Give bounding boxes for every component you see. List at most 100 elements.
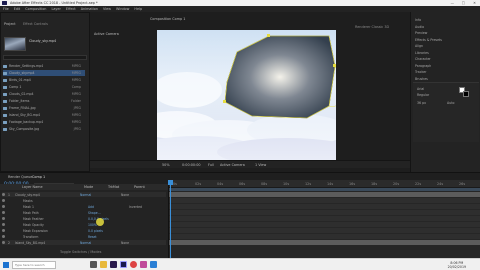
right-panel-tab[interactable]: Audio (415, 25, 424, 29)
menu-file[interactable]: File (3, 7, 9, 11)
eye-icon[interactable] (2, 241, 5, 244)
layer-duration-bar[interactable] (169, 198, 480, 203)
layer-mode[interactable]: 0.0,0.0 pixels (88, 217, 126, 221)
right-panel-tab[interactable]: Tracker (415, 70, 427, 74)
resolution-dropdown[interactable]: Full (208, 163, 214, 167)
chrome-app-icon[interactable] (130, 261, 137, 268)
layer-parent[interactable]: None (121, 193, 129, 197)
eye-icon[interactable] (2, 205, 5, 208)
comp-timeline-tab[interactable]: Comp 1 (32, 175, 45, 179)
stroke-color-swatch[interactable] (463, 91, 469, 97)
playhead[interactable] (170, 180, 171, 258)
project-item[interactable]: Comp 1 Comp (3, 84, 85, 90)
file-explorer-icon[interactable] (100, 261, 107, 268)
menu-effect[interactable]: Effect (66, 7, 76, 11)
current-time-readout[interactable]: 0:00:00:00 (182, 163, 201, 167)
right-panel-tab[interactable]: Align (415, 44, 423, 48)
layer-mode[interactable]: Shape... (88, 211, 126, 215)
project-item[interactable]: Sky_Composite.jpg JPEG (3, 126, 85, 132)
timeline-layer-row[interactable]: Mask Opacity 100% (2, 222, 166, 227)
effect-controls-tab[interactable]: Effect Controls (23, 22, 48, 26)
layer-mode[interactable]: Add (88, 205, 126, 209)
maximize-icon[interactable]: □ (462, 1, 465, 5)
project-search-input[interactable] (3, 55, 87, 60)
layer-mode[interactable]: Reset (88, 235, 126, 239)
eye-icon[interactable] (2, 193, 5, 196)
project-item[interactable]: Render_Settings.mp4 MPEG (3, 63, 85, 69)
layer-duration-bar[interactable] (169, 222, 480, 227)
leading-field[interactable]: Auto (447, 101, 454, 105)
media-app-icon[interactable] (140, 261, 147, 268)
eye-icon[interactable] (2, 223, 5, 226)
layer-duration-bar[interactable] (169, 240, 480, 245)
timeline-layer-row[interactable]: Mask 1 Add Inverted (2, 204, 166, 209)
eye-icon[interactable] (2, 211, 5, 214)
timeline-layer-row[interactable]: Transform Reset (2, 234, 166, 239)
menu-view[interactable]: View (103, 7, 111, 11)
menu-layer[interactable]: Layer (51, 7, 60, 11)
eye-icon[interactable] (2, 199, 5, 202)
taskbar-clock[interactable]: 8:06 PM 20/02/2019 (448, 261, 466, 269)
task-view-icon[interactable] (90, 261, 97, 268)
timeline-layer-row[interactable]: Mask Path Shape... (2, 210, 166, 215)
composition-canvas[interactable] (157, 30, 336, 160)
right-panel-tab[interactable]: Paragraph (415, 64, 431, 68)
menu-help[interactable]: Help (134, 7, 142, 11)
project-item[interactable]: Frame_FINAL.jpg JPEG (3, 105, 85, 111)
render-queue-tab[interactable]: Render Queue (8, 175, 32, 179)
menu-edit[interactable]: Edit (14, 7, 21, 11)
renderer-label[interactable]: Renderer Classic 3D (355, 25, 389, 29)
menu-window[interactable]: Window (116, 7, 129, 11)
layer-duration-bar[interactable] (169, 192, 480, 197)
layer-mode[interactable]: 0.0 pixels (88, 229, 126, 233)
timeline-layer-row[interactable]: 2 Island_Sky_BG.mp4 Normal None (2, 240, 166, 245)
layer-duration-bar[interactable] (169, 204, 480, 209)
project-item[interactable]: Island_Sky_BG.mp4 MPEG (3, 112, 85, 118)
font-style-field[interactable]: Regular (417, 93, 429, 97)
project-item[interactable]: Folder_Items Folder (3, 98, 85, 104)
right-panel-tab[interactable]: Info (415, 18, 421, 22)
menu-composition[interactable]: Composition (25, 7, 46, 11)
layer-mode[interactable]: Normal (80, 241, 118, 245)
minimize-icon[interactable]: — (451, 1, 454, 5)
font-family-field[interactable]: Arial (417, 87, 424, 91)
timeline-layer-row[interactable]: 1 Cloudy_sky.mp4 Normal None (2, 192, 166, 197)
right-panel-tab[interactable]: Preview (415, 31, 427, 35)
right-panel-tab[interactable]: Character (415, 57, 431, 61)
layer-mode[interactable]: Normal (80, 193, 118, 197)
camera-dropdown[interactable]: Active Camera (220, 163, 245, 167)
layer-duration-bar[interactable] (169, 216, 480, 221)
timeline-layer-row[interactable]: Mask Feather 0.0,0.0 pixels (2, 216, 166, 221)
project-item[interactable]: Birds_01.mp4 MPEG (3, 77, 85, 83)
menu-animation[interactable]: Animation (81, 7, 98, 11)
right-panel-tab[interactable]: Brushes (415, 77, 428, 81)
close-icon[interactable]: ✕ (473, 1, 476, 5)
project-item[interactable]: Footage_backup.mp4 MPEG (3, 119, 85, 125)
premiere-app-icon[interactable] (110, 261, 117, 268)
windows-start-icon[interactable] (3, 262, 9, 268)
right-panel-tab[interactable]: Libraries (415, 51, 429, 55)
font-size-field[interactable]: 36 px (417, 101, 426, 105)
playhead-handle[interactable] (168, 180, 173, 185)
layer-parent[interactable]: Inverted (129, 205, 142, 209)
timeline-layer-row[interactable]: Masks (2, 198, 166, 203)
layer-duration-bar[interactable] (169, 210, 480, 215)
eye-icon[interactable] (2, 235, 5, 238)
work-area-bar[interactable] (169, 188, 480, 191)
after-effects-app-icon[interactable] (120, 261, 127, 268)
store-app-icon[interactable] (150, 261, 157, 268)
right-panel-tab[interactable]: Effects & Presets (415, 38, 442, 42)
eye-icon[interactable] (2, 217, 5, 220)
timeline-layer-row[interactable]: Mask Expansion 0.0 pixels (2, 228, 166, 233)
layer-duration-bar[interactable] (169, 228, 480, 233)
eye-icon[interactable] (2, 229, 5, 232)
time-ruler[interactable]: 0s 02s 04s 06s 08s 10s 12s 14s 16s 18s 20s 22s 24s 26… (169, 180, 480, 188)
layer-mode[interactable]: 100% (88, 223, 126, 227)
project-tab[interactable]: Project (4, 22, 16, 26)
toggle-switches-label[interactable]: Toggle Switches / Modes (60, 250, 101, 254)
zoom-dropdown[interactable]: 50% (162, 163, 170, 167)
layer-duration-bar[interactable] (169, 234, 480, 239)
layer-parent[interactable]: None (121, 241, 129, 245)
project-item[interactable]: Cloudy_sky.mp4 MPEG (3, 70, 85, 76)
views-dropdown[interactable]: 1 View (255, 163, 266, 167)
